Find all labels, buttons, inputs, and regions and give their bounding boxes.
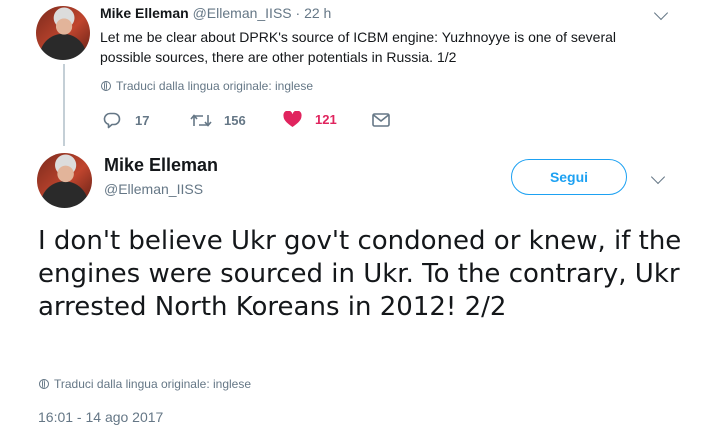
globe-icon: [101, 81, 111, 91]
direct-message-button[interactable]: [372, 113, 390, 127]
author-handle[interactable]: @Elleman_IISS: [104, 181, 203, 197]
retweet-icon: [190, 114, 212, 127]
follow-button[interactable]: Segui: [511, 159, 627, 195]
chevron-down-icon[interactable]: [650, 169, 666, 185]
tweet-text: I don't believe Ukr gov't condoned or kn…: [38, 226, 682, 322]
tweet-time[interactable]: 22 h: [304, 5, 331, 21]
heart-icon: [283, 111, 302, 127]
author-name[interactable]: Mike Elleman: [100, 5, 189, 21]
chevron-down-icon[interactable]: [653, 5, 669, 21]
translate-link[interactable]: Traduci dalla lingua originale: inglese: [101, 79, 313, 93]
dot-separator: ·: [295, 5, 301, 21]
like-count: 121: [315, 112, 337, 127]
reply-button[interactable]: 17: [103, 112, 149, 129]
globe-icon: [39, 379, 49, 389]
avatar[interactable]: [37, 153, 92, 208]
like-button[interactable]: 121: [283, 111, 337, 128]
author-handle[interactable]: @Elleman_IISS: [193, 5, 292, 21]
retweet-count: 156: [224, 113, 246, 128]
tweet-text: Let me be clear about DPRK's source of I…: [100, 29, 617, 65]
avatar[interactable]: [36, 6, 90, 60]
translate-link[interactable]: Traduci dalla lingua originale: inglese: [39, 377, 251, 391]
translate-label: Traduci dalla lingua originale: inglese: [54, 377, 252, 391]
reply-icon: [103, 112, 121, 129]
translate-label: Traduci dalla lingua originale: inglese: [116, 79, 314, 93]
tweet-header: Mike Elleman @Elleman_IISS · 22 h: [100, 5, 331, 21]
retweet-button[interactable]: 156: [190, 112, 246, 129]
message-icon: [372, 113, 390, 127]
reply-count: 17: [135, 113, 150, 128]
author-name[interactable]: Mike Elleman: [104, 155, 218, 176]
follow-label: Segui: [549, 169, 589, 185]
tweet-timestamp[interactable]: 16:01 - 14 ago 2017: [38, 409, 163, 425]
thread-connector: [63, 64, 65, 146]
